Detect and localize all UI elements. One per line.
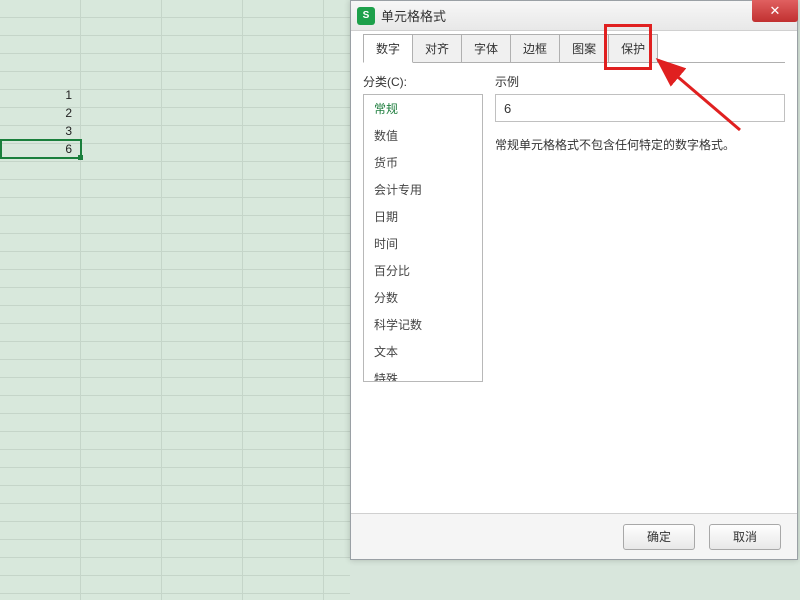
dialog-titlebar: S 单元格格式 ✕ [351,1,797,31]
cat-fraction[interactable]: 分数 [364,284,482,311]
close-button[interactable]: ✕ [752,0,798,22]
cell[interactable]: 6 [0,140,80,158]
cat-number[interactable]: 数值 [364,122,482,149]
cell[interactable]: 2 [0,104,80,122]
cat-percent[interactable]: 百分比 [364,257,482,284]
spreadsheet: 1 2 3 6 [0,0,350,600]
dialog-footer: 确定 取消 [351,513,797,559]
dialog-body: 数字 对齐 字体 边框 图案 保护 分类(C): 常规 数值 货币 会计专用 日… [351,31,797,513]
tab-content: 分类(C): 常规 数值 货币 会计专用 日期 时间 百分比 分数 科学记数 文… [363,63,785,513]
cat-general[interactable]: 常规 [364,95,482,122]
cell-format-dialog: S 单元格格式 ✕ 数字 对齐 字体 边框 图案 保护 分类(C): 常规 数值… [350,0,798,560]
cat-date[interactable]: 日期 [364,203,482,230]
sample-label: 示例 [495,73,785,90]
cat-special[interactable]: 特殊 [364,365,482,382]
tab-pattern[interactable]: 图案 [559,34,609,62]
cat-scientific[interactable]: 科学记数 [364,311,482,338]
tab-number[interactable]: 数字 [363,34,413,63]
category-label: 分类(C): [363,73,483,90]
tab-font[interactable]: 字体 [461,34,511,62]
category-list[interactable]: 常规 数值 货币 会计专用 日期 时间 百分比 分数 科学记数 文本 特殊 自定… [363,94,483,382]
cancel-button[interactable]: 取消 [709,524,781,550]
dialog-title: 单元格格式 [381,6,446,25]
tab-alignment[interactable]: 对齐 [412,34,462,62]
app-icon: S [357,7,375,25]
preview-column: 示例 6 常规单元格格式不包含任何特定的数字格式。 [483,73,785,513]
tab-border[interactable]: 边框 [510,34,560,62]
category-column: 分类(C): 常规 数值 货币 会计专用 日期 时间 百分比 分数 科学记数 文… [363,73,483,513]
tabs: 数字 对齐 字体 边框 图案 保护 [363,37,785,63]
cat-currency[interactable]: 货币 [364,149,482,176]
cat-text[interactable]: 文本 [364,338,482,365]
tab-protection[interactable]: 保护 [608,34,658,62]
cat-time[interactable]: 时间 [364,230,482,257]
cat-accounting[interactable]: 会计专用 [364,176,482,203]
cell[interactable]: 3 [0,122,80,140]
sample-value: 6 [495,94,785,122]
ok-button[interactable]: 确定 [623,524,695,550]
cell[interactable]: 1 [0,86,80,104]
format-description: 常规单元格格式不包含任何特定的数字格式。 [495,136,785,153]
